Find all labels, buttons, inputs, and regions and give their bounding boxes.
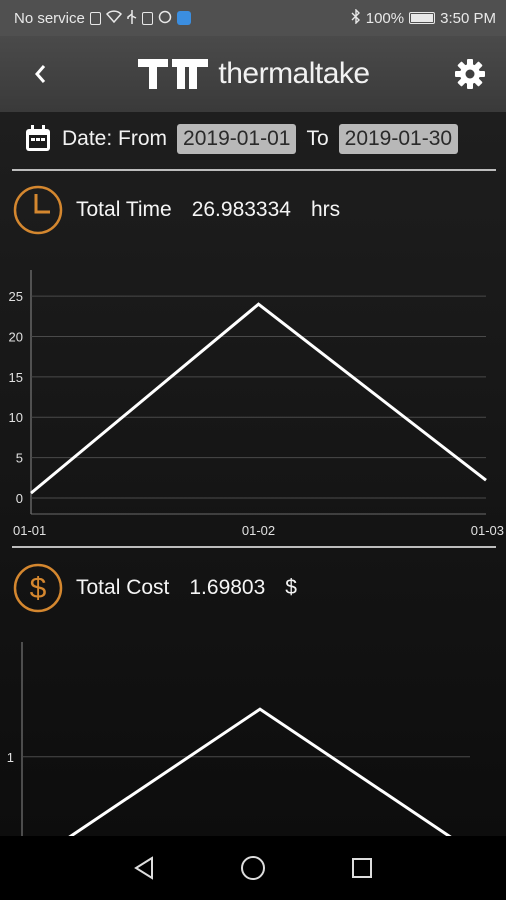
app-notification-icon: [176, 11, 191, 25]
app-bar: thermaltake: [0, 36, 506, 112]
total-time-unit: hrs: [310, 198, 341, 221]
total-cost-value: 1.69803: [189, 576, 266, 599]
main-content: Date: From 2019-01-01 To 2019-01-30 Tota…: [0, 112, 506, 836]
screenshot-icon: [141, 11, 153, 25]
settings-button[interactable]: [452, 56, 488, 92]
date-filter: Date: From 2019-01-01 To 2019-01-30: [24, 124, 459, 154]
y-tick-label: 10: [9, 410, 23, 425]
battery-percent: 100%: [365, 9, 405, 27]
date-from-input[interactable]: 2019-01-01: [177, 124, 297, 154]
dollar-icon: $: [13, 563, 63, 613]
total-time-label: Total Time: [76, 198, 172, 221]
status-bar: No service 100% 3:50 PM: [0, 0, 506, 36]
total-time-chart: 0 5 10 15 20 25 01-01 01-02 01-03: [9, 270, 504, 538]
series-line: [30, 302, 487, 495]
total-time-row: Total Time 26.983334 hrs: [12, 184, 340, 236]
gear-icon: [455, 59, 485, 89]
brand-name: thermaltake: [218, 57, 370, 90]
thermaltake-logo-icon: [138, 59, 209, 89]
clock-time: 3:50 PM: [440, 9, 496, 27]
total-time-value: 26.983334: [191, 198, 291, 221]
divider-top: [12, 169, 496, 171]
status-right: 100% 3:50 PM: [351, 8, 496, 27]
location-icon: [158, 10, 172, 27]
x-tick-label: 01-01: [13, 523, 46, 538]
y-tick-label: 15: [9, 370, 23, 385]
x-tick-label: 01-03: [471, 523, 504, 538]
y-tick-label: 25: [9, 289, 23, 304]
date-to-label: To: [306, 127, 329, 150]
navigation-bar: [0, 836, 506, 900]
date-to-input[interactable]: 2019-01-30: [338, 124, 459, 154]
chevron-left-icon: [35, 65, 46, 83]
back-button[interactable]: [24, 58, 56, 90]
sim-icon: [89, 11, 101, 25]
carrier-text: No service: [14, 9, 85, 27]
circle-home-icon: [240, 856, 265, 880]
total-cost-chart: 1: [7, 642, 470, 836]
x-tick-label: 01-02: [242, 523, 275, 538]
wifi-icon: [105, 10, 122, 26]
series-line: [68, 707, 452, 836]
svg-text:$: $: [30, 572, 47, 605]
calendar-icon: [26, 125, 50, 151]
y-tick-label: 5: [16, 451, 23, 466]
battery-icon: [409, 12, 436, 24]
y-tick-label: 1: [7, 750, 14, 765]
total-cost-unit: $: [285, 576, 297, 599]
clock-icon: [13, 185, 63, 235]
nav-home-button[interactable]: [233, 848, 273, 888]
total-cost-label: Total Cost: [76, 576, 170, 599]
nav-back-button[interactable]: [124, 848, 164, 888]
brand-logo: thermaltake: [138, 57, 370, 91]
divider-middle: [12, 546, 496, 548]
usb-icon: [127, 9, 137, 27]
nav-recents-button[interactable]: [342, 848, 382, 888]
date-from-label: Date: From: [62, 127, 168, 150]
y-tick-label: 0: [16, 491, 23, 506]
screen: No service 100% 3:50 PM thermaltake Date…: [0, 0, 506, 900]
status-left: No service: [14, 9, 191, 27]
bluetooth-icon: [351, 8, 361, 27]
triangle-back-icon: [134, 856, 154, 880]
square-recents-icon: [351, 858, 372, 878]
y-tick-label: 20: [9, 330, 23, 345]
total-cost-row: $ Total Cost 1.69803 $: [12, 562, 297, 614]
